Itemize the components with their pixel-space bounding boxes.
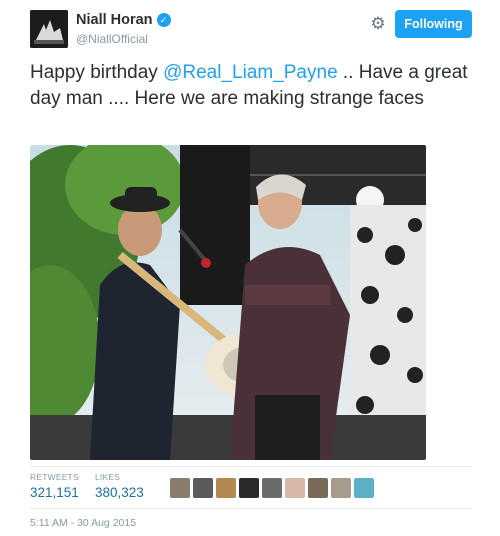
likes-stat[interactable]: LIKES 380,323 bbox=[95, 472, 144, 500]
avatar-image bbox=[30, 10, 68, 48]
user-display-name[interactable]: Niall Horan ✓ bbox=[76, 12, 171, 28]
tweet-timestamp[interactable]: 5:11 AM - 30 Aug 2015 bbox=[30, 517, 136, 529]
tweet-text-prefix: Happy birthday bbox=[30, 62, 164, 83]
mention-link[interactable]: @Real_Liam_Payne bbox=[163, 62, 338, 83]
user-name-text[interactable]: Niall Horan bbox=[76, 12, 153, 28]
concert-photo-image bbox=[30, 145, 426, 460]
tweet-text: Happy birthday @Real_Liam_Payne .. Have … bbox=[30, 60, 472, 112]
liker-avatar[interactable] bbox=[239, 478, 259, 498]
stats-top-divider bbox=[30, 466, 472, 467]
liker-avatars bbox=[170, 478, 374, 498]
gear-icon[interactable]: ⚙ bbox=[368, 14, 388, 34]
liker-avatar[interactable] bbox=[331, 478, 351, 498]
liker-avatar[interactable] bbox=[262, 478, 282, 498]
following-button[interactable]: Following bbox=[395, 10, 472, 38]
liker-avatar[interactable] bbox=[170, 478, 190, 498]
liker-avatar[interactable] bbox=[193, 478, 213, 498]
retweets-stat[interactable]: RETWEETS 321,151 bbox=[30, 472, 79, 500]
tweet-header: Niall Horan ✓ @NiallOfficial ⚙ Following bbox=[30, 10, 472, 50]
tweet-stats: RETWEETS 321,151 LIKES 380,323 bbox=[30, 472, 472, 506]
likes-count[interactable]: 380,323 bbox=[95, 485, 144, 500]
avatar[interactable] bbox=[30, 10, 68, 48]
liker-avatar[interactable] bbox=[308, 478, 328, 498]
likes-label: LIKES bbox=[95, 472, 121, 482]
stats-bottom-divider bbox=[30, 508, 472, 509]
liker-avatar[interactable] bbox=[354, 478, 374, 498]
liker-avatar[interactable] bbox=[216, 478, 236, 498]
verified-badge-icon: ✓ bbox=[156, 13, 171, 27]
retweets-count[interactable]: 321,151 bbox=[30, 485, 79, 500]
tweet-photo[interactable] bbox=[30, 145, 426, 460]
user-handle[interactable]: @NiallOfficial bbox=[76, 32, 148, 46]
liker-avatar[interactable] bbox=[285, 478, 305, 498]
retweets-label: RETWEETS bbox=[30, 472, 79, 482]
